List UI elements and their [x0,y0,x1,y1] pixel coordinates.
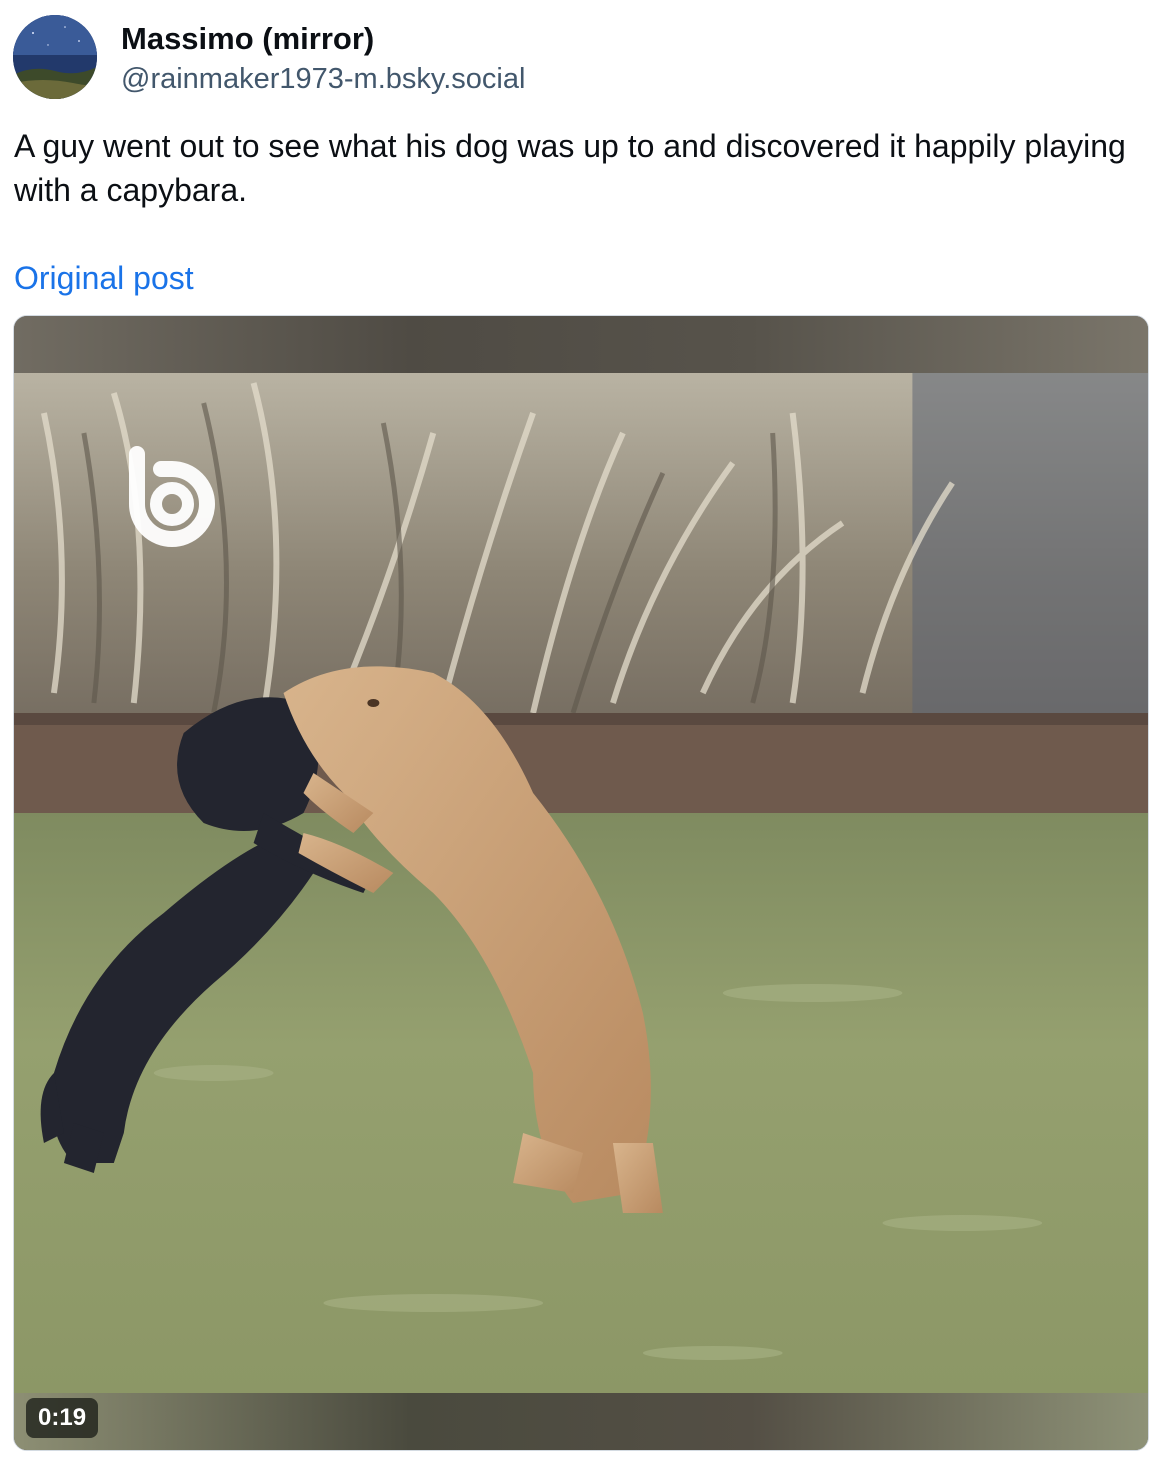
b-logo-icon [129,446,215,547]
original-post-link[interactable]: Original post [14,256,194,300]
author-avatar[interactable] [13,15,97,99]
author-display-name[interactable]: Massimo (mirror) [121,20,374,58]
author-handle[interactable]: @rainmaker1973-m.bsky.social [121,61,525,97]
video-player[interactable]: 0:19 [13,315,1149,1451]
post-text: A guy went out to see what his dog was u… [14,128,1126,208]
video-duration-badge: 0:19 [26,1398,99,1438]
avatar-image [13,15,97,99]
post-card: Massimo (mirror) @rainmaker1973-m.bsky.s… [0,0,1164,1460]
video-letterbox-top [14,316,1148,373]
video-letterbox-bottom [14,1393,1148,1450]
